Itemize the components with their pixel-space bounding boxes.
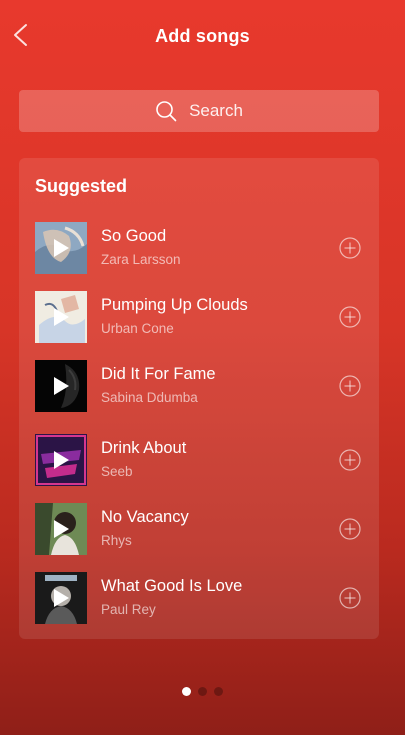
page-dot[interactable] (214, 687, 223, 696)
section-heading: Suggested (35, 176, 128, 196)
song-artist: Sabina Ddumba (101, 390, 198, 405)
song-row[interactable]: What Good Is Love Paul Rey (19, 570, 379, 626)
song-title: Did It For Fame (101, 365, 216, 383)
play-icon (54, 520, 69, 538)
search-icon (156, 101, 177, 122)
header: Add songs (0, 0, 405, 72)
album-art[interactable] (35, 291, 87, 343)
album-art[interactable] (35, 572, 87, 624)
album-art[interactable] (35, 503, 87, 555)
search-input[interactable]: Search (19, 90, 379, 132)
search-label: Search (189, 101, 243, 120)
song-artist: Zara Larsson (101, 252, 181, 267)
song-title: So Good (101, 227, 167, 245)
song-artist: Urban Cone (101, 321, 174, 336)
suggested-card: Suggested So Good Zara Larsson Pumping U… (19, 158, 379, 639)
add-icon[interactable] (339, 449, 361, 471)
add-icon[interactable] (339, 306, 361, 328)
add-icon[interactable] (339, 375, 361, 397)
song-artist: Paul Rey (101, 602, 156, 617)
add-icon[interactable] (339, 237, 361, 259)
song-artist: Seeb (101, 464, 133, 479)
page-dot[interactable] (198, 687, 207, 696)
album-art[interactable] (35, 434, 87, 486)
play-icon (54, 239, 69, 257)
song-title: Drink About (101, 439, 187, 457)
page-indicator (0, 687, 405, 696)
play-icon (54, 451, 69, 469)
add-icon[interactable] (339, 518, 361, 540)
song-row[interactable]: Did It For Fame Sabina Ddumba (19, 358, 379, 414)
play-icon (54, 377, 69, 395)
song-title: Pumping Up Clouds (101, 296, 248, 314)
play-icon (54, 589, 69, 607)
page-dot[interactable] (182, 687, 191, 696)
album-art[interactable] (35, 360, 87, 412)
album-art[interactable] (35, 222, 87, 274)
song-artist: Rhys (101, 533, 132, 548)
song-row[interactable]: So Good Zara Larsson (19, 220, 379, 276)
play-icon (54, 308, 69, 326)
song-row[interactable]: Pumping Up Clouds Urban Cone (19, 289, 379, 345)
song-title: What Good Is Love (101, 577, 243, 595)
song-title: No Vacancy (101, 508, 189, 526)
song-row[interactable]: Drink About Seeb (19, 432, 379, 488)
page-title: Add songs (155, 26, 250, 46)
add-icon[interactable] (339, 587, 361, 609)
song-row[interactable]: No Vacancy Rhys (19, 501, 379, 557)
